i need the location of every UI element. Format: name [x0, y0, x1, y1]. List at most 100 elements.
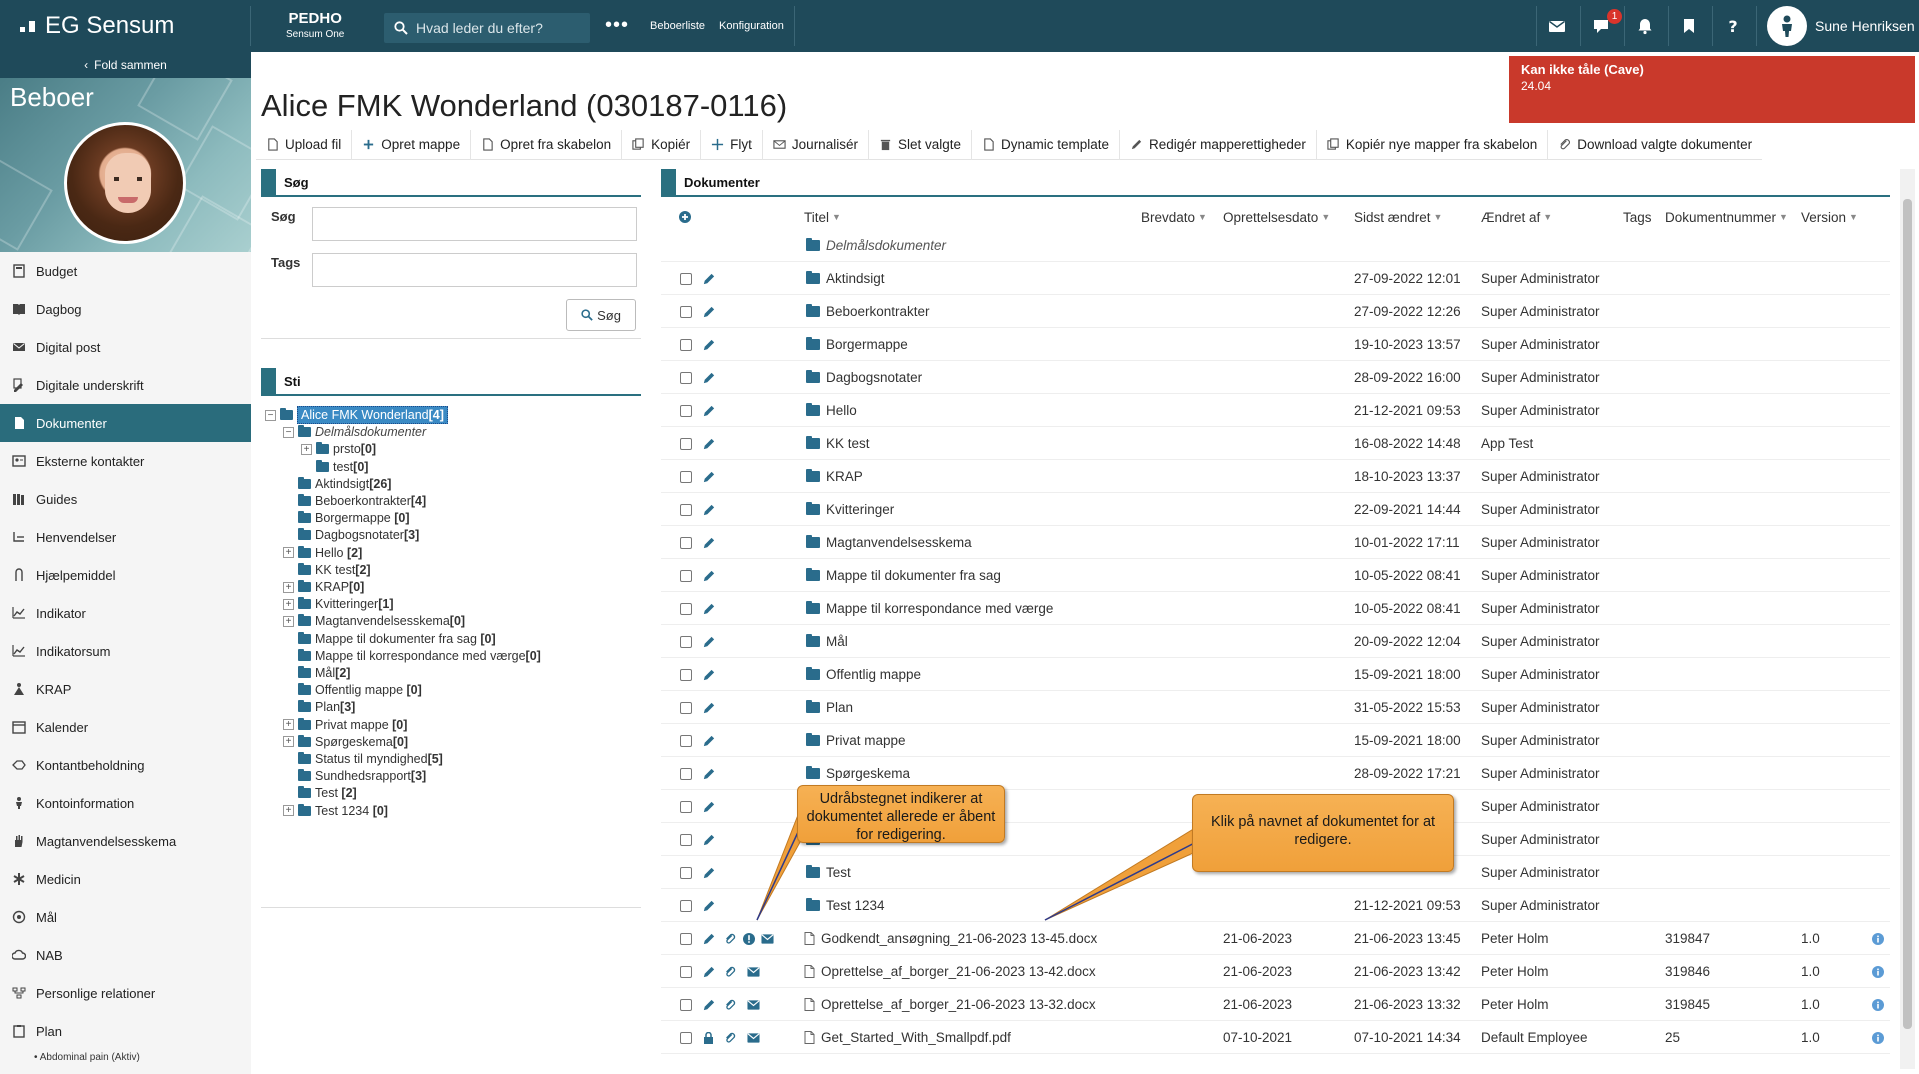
tree-node[interactable]: − Alice FMK Wonderland[4]	[265, 406, 448, 424]
tree-node[interactable]: Beboerkontrakter[4]	[283, 492, 426, 510]
sidebar-item-indikatorsum[interactable]: Indikatorsum	[0, 632, 251, 670]
nav-beboerliste[interactable]: Beboerliste	[650, 20, 705, 32]
edit-pencil-icon[interactable]	[703, 702, 715, 714]
edit-pencil-icon[interactable]	[703, 273, 715, 285]
bell-icon[interactable]	[1636, 17, 1654, 35]
edit-pencil-icon[interactable]	[703, 372, 715, 384]
document-title-link[interactable]: Get_Started_With_Smallpdf.pdf	[821, 1030, 1011, 1045]
toolbar-opret-mappe-button[interactable]: Opret mappe	[352, 129, 472, 160]
attachment-icon[interactable]	[724, 966, 736, 978]
sidebar-item-nab[interactable]: NAB	[0, 936, 251, 974]
edit-pencil-icon[interactable]	[703, 636, 715, 648]
expand-toggle-icon[interactable]: +	[283, 598, 294, 610]
documents-scrollbar[interactable]	[1900, 169, 1915, 1069]
edit-pencil-icon[interactable]	[703, 669, 715, 681]
sidebar-item-eksterne-kontakter[interactable]: Eksterne kontakter	[0, 442, 251, 480]
tree-node[interactable]: Aktindsigt[26]	[283, 475, 391, 493]
edit-pencil-icon[interactable]	[703, 768, 715, 780]
document-title-link[interactable]: Oprettelse_af_borger_21-06-2023 13-42.do…	[821, 964, 1096, 979]
expand-toggle-icon[interactable]: +	[283, 719, 294, 731]
document-row[interactable]: Oprettelse_af_borger_21-06-2023 13-32.do…	[661, 988, 1890, 1021]
edit-pencil-icon[interactable]	[703, 504, 715, 516]
mail-icon[interactable]	[1548, 17, 1566, 35]
edit-pencil-icon[interactable]	[703, 735, 715, 747]
edit-pencil-icon[interactable]	[703, 306, 715, 318]
folder-title-link[interactable]: Privat mappe	[826, 733, 906, 748]
row-checkbox[interactable]	[680, 470, 692, 483]
folder-title-link[interactable]: Mappe til dokumenter fra sag	[826, 568, 1001, 583]
tree-node[interactable]: + Privat mappe [0]	[283, 716, 407, 734]
row-checkbox[interactable]	[680, 932, 692, 945]
eg-sensum-logo[interactable]: EG Sensum	[20, 12, 174, 40]
folder-row[interactable]: KRAP 18-10-2023 13:37 Super Administrator	[661, 460, 1890, 493]
row-checkbox[interactable]	[680, 404, 692, 417]
folder-row[interactable]: Mappe til dokumenter fra sag 10-05-2022 0…	[661, 559, 1890, 592]
tree-node[interactable]: + Spørgeskema[0]	[283, 733, 408, 751]
column-version[interactable]: Version ▼	[1801, 205, 1858, 229]
global-search[interactable]	[384, 13, 590, 43]
folder-row[interactable]: Delmålsdokumenter	[661, 229, 1890, 262]
toolbar-dynamic-template-button[interactable]: Dynamic template	[972, 129, 1121, 160]
tree-node[interactable]: + Test 1234 [0]	[283, 802, 388, 820]
tree-node[interactable]: Mappe til dokumenter fra sag [0]	[283, 630, 496, 648]
product-switcher[interactable]: PEDHO Sensum One	[286, 10, 344, 40]
info-icon[interactable]	[1872, 932, 1884, 945]
sidebar-item-dokumenter[interactable]: Dokumenter	[0, 404, 251, 442]
tree-node[interactable]: + Magtanvendelsesskema[0]	[283, 612, 465, 630]
row-checkbox[interactable]	[680, 734, 692, 747]
tags-field[interactable]	[312, 253, 637, 287]
folder-title-link[interactable]: Mappe til korrespondance med værge	[826, 601, 1053, 616]
expand-toggle-icon[interactable]: +	[301, 443, 312, 455]
row-checkbox[interactable]	[680, 569, 692, 582]
sidebar-item-plan[interactable]: Plan	[0, 1012, 251, 1050]
folder-row[interactable]: Hello 21-12-2021 09:53 Super Administrator	[661, 394, 1890, 427]
attachment-icon[interactable]	[724, 933, 736, 945]
attachment-icon[interactable]	[724, 999, 736, 1011]
sidebar-item-hjælpemiddel[interactable]: Hjælpemiddel	[0, 556, 251, 594]
collapse-sidebar-button[interactable]: ‹ Fold sammen	[0, 52, 251, 78]
nav-konfiguration[interactable]: Konfiguration	[719, 20, 784, 32]
edit-pencil-icon[interactable]	[703, 438, 715, 450]
tree-node[interactable]: Sundhedsrapport[3]	[283, 767, 426, 785]
row-checkbox[interactable]	[680, 437, 692, 450]
document-row[interactable]: Godkendt_ansøgning_21-06-2023 13-45.docx…	[661, 922, 1890, 955]
folder-title-link[interactable]: Spørgeskema	[826, 766, 910, 781]
collapse-toggle-icon[interactable]: −	[265, 409, 276, 421]
add-column-icon[interactable]	[679, 205, 691, 229]
row-checkbox[interactable]	[680, 965, 692, 978]
sidebar-item-digitale-underskrift[interactable]: Digitale underskrift	[0, 366, 251, 404]
column-aendret-af[interactable]: Ændret af ▼	[1481, 205, 1552, 229]
sidebar-subitem[interactable]: • Abdominal pain (Aktiv)	[0, 1052, 251, 1063]
column-sidst-aendret[interactable]: Sidst ændret ▼	[1354, 205, 1442, 229]
edit-pencil-icon[interactable]	[703, 900, 715, 912]
help-icon[interactable]: ?	[1724, 17, 1742, 35]
document-row[interactable]: Get_Started_With_Smallpdf.pdf 07-10-2021 2…	[661, 1021, 1890, 1054]
sidebar-item-budget[interactable]: Budget	[0, 252, 251, 290]
column-dokumentnummer[interactable]: Dokumentnummer ▼	[1665, 205, 1788, 229]
tree-node[interactable]: Test [2]	[283, 784, 357, 802]
info-icon[interactable]	[1872, 1031, 1884, 1044]
sidebar-item-indikator[interactable]: Indikator	[0, 594, 251, 632]
folder-title-link[interactable]: Aktindsigt	[826, 271, 885, 286]
sidebar-item-kontantbeholdning[interactable]: Kontantbeholdning	[0, 746, 251, 784]
column-oprettelsesdato[interactable]: Oprettelsesdato ▼	[1223, 205, 1330, 229]
attachment-icon[interactable]	[724, 1032, 736, 1044]
sidebar-item-digital-post[interactable]: Digital post	[0, 328, 251, 366]
folder-title-link[interactable]: KK test	[826, 436, 870, 451]
toolbar-flyt-button[interactable]: Flyt	[701, 129, 763, 160]
row-checkbox[interactable]	[680, 767, 692, 780]
folder-row[interactable]: Mål 20-09-2022 12:04 Super Administrator	[661, 625, 1890, 658]
sidebar-item-magtanvendelsesskema[interactable]: Magtanvendelsesskema	[0, 822, 251, 860]
row-checkbox[interactable]	[680, 503, 692, 516]
expand-toggle-icon[interactable]: +	[283, 805, 294, 817]
row-checkbox[interactable]	[680, 833, 692, 846]
more-menu-icon[interactable]: •••	[605, 14, 629, 37]
folder-title-link[interactable]: Delmålsdokumenter	[826, 238, 946, 253]
tree-node[interactable]: + prsto[0]	[301, 440, 376, 458]
folder-row[interactable]: Borgermappe 19-10-2023 13:57 Super Adminis…	[661, 328, 1890, 361]
row-checkbox[interactable]	[680, 536, 692, 549]
row-checkbox[interactable]	[680, 305, 692, 318]
folder-title-link[interactable]: Borgermappe	[826, 337, 908, 352]
edit-pencil-icon[interactable]	[703, 999, 715, 1011]
toolbar-redig-r-mapperettigheder-button[interactable]: Redigér mapperettigheder	[1120, 129, 1317, 160]
